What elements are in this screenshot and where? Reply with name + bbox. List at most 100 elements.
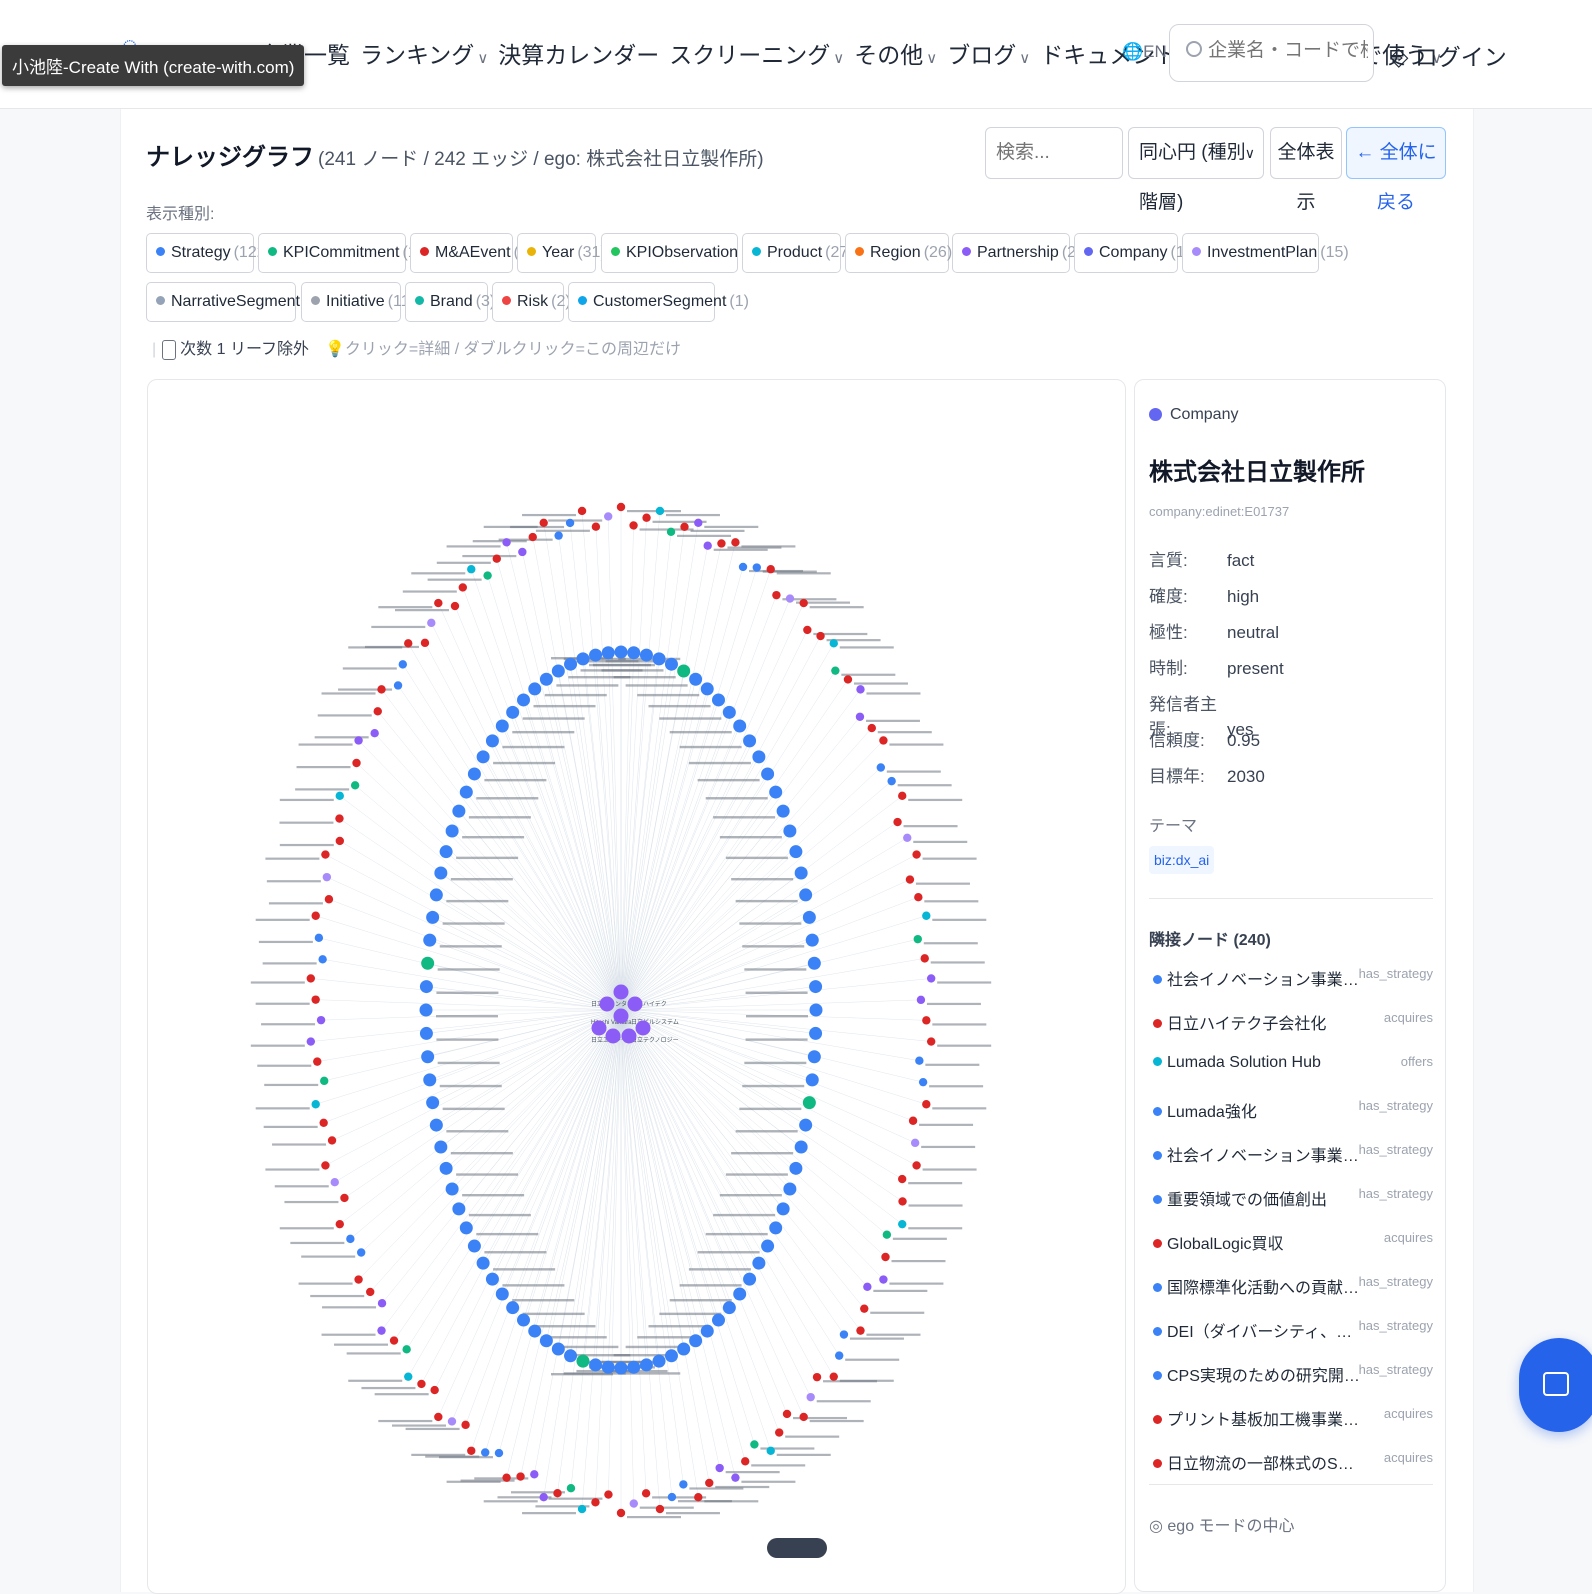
- graph-node[interactable]: [783, 824, 797, 838]
- graph-node[interactable]: [738, 562, 748, 572]
- graph-node[interactable]: [591, 522, 601, 531]
- graph-node[interactable]: [655, 1504, 665, 1514]
- graph-node[interactable]: [313, 1057, 322, 1066]
- graph-node[interactable]: [639, 1358, 653, 1372]
- graph-node[interactable]: [564, 657, 578, 671]
- neighbor-item[interactable]: 社会イノベーション事業の加速has_strategy: [1153, 966, 1433, 992]
- graph-node[interactable]: [743, 1272, 757, 1286]
- graph-node[interactable]: [616, 1508, 626, 1518]
- graph-node[interactable]: [802, 1096, 816, 1110]
- graph-node[interactable]: [458, 583, 467, 592]
- graph-node[interactable]: [743, 734, 757, 748]
- graph-node[interactable]: [447, 1417, 457, 1426]
- graph-node[interactable]: [879, 1275, 888, 1284]
- graph-node[interactable]: [879, 736, 888, 745]
- neighbor-item[interactable]: CPS実現のための研究開発強化has_strategy: [1153, 1362, 1433, 1388]
- graph-node[interactable]: [591, 1020, 607, 1036]
- graph-node[interactable]: [807, 1050, 821, 1064]
- graph-node[interactable]: [467, 1239, 481, 1253]
- graph-node[interactable]: [311, 911, 320, 920]
- type-filter-chip[interactable]: Year (31): [517, 233, 606, 273]
- graph-node[interactable]: [439, 845, 453, 859]
- graph-node[interactable]: [459, 785, 473, 799]
- graph-node[interactable]: [898, 791, 907, 801]
- graph-node[interactable]: [404, 639, 413, 648]
- graph-node[interactable]: [805, 1073, 819, 1087]
- graph-node[interactable]: [914, 892, 923, 902]
- graph-node[interactable]: [766, 1446, 775, 1455]
- graph-node[interactable]: [614, 645, 628, 659]
- neighbor-item[interactable]: プリント基板加工機事業の投資ファンドへ... acquires: [1153, 1406, 1433, 1432]
- graph-node[interactable]: [703, 541, 712, 550]
- graph-node[interactable]: [834, 1351, 844, 1360]
- neighbor-item[interactable]: 社会イノベーション事業の高収益化has_strategy: [1153, 1142, 1433, 1168]
- graph-node[interactable]: [576, 652, 590, 666]
- graph-node[interactable]: [506, 1301, 520, 1315]
- graph-node[interactable]: [856, 685, 865, 694]
- graph-node[interactable]: [794, 866, 808, 880]
- graph-node[interactable]: [605, 1028, 621, 1044]
- graph-node[interactable]: [356, 1248, 366, 1257]
- graph-node[interactable]: [393, 681, 403, 690]
- graph-node[interactable]: [419, 1003, 433, 1017]
- graph-node[interactable]: [599, 996, 615, 1012]
- graph-node[interactable]: [783, 1182, 797, 1196]
- graph-node[interactable]: [450, 601, 460, 611]
- graph-node[interactable]: [614, 1361, 628, 1375]
- graph-node[interactable]: [322, 872, 332, 882]
- neighbor-item[interactable]: 日立物流の一部株式のSGホールディング... acquires: [1153, 1450, 1433, 1476]
- graph-node[interactable]: [712, 1313, 725, 1327]
- graph-node[interactable]: [316, 1015, 326, 1025]
- graph-node[interactable]: [319, 1118, 328, 1128]
- graph-node[interactable]: [421, 956, 435, 970]
- graph-node[interactable]: [604, 512, 613, 521]
- graph-node[interactable]: [402, 1345, 411, 1354]
- graph-node[interactable]: [445, 824, 459, 838]
- graph-node[interactable]: [809, 980, 823, 994]
- graph-node[interactable]: [314, 933, 324, 943]
- type-filter-chip[interactable]: CustomerSegment (1): [568, 282, 749, 322]
- graph-node[interactable]: [806, 1392, 815, 1402]
- graph-node[interactable]: [621, 1028, 637, 1044]
- graph-node[interactable]: [335, 814, 344, 823]
- graph-node[interactable]: [613, 1008, 629, 1024]
- graph-node[interactable]: [528, 532, 537, 542]
- graph-node[interactable]: [423, 1073, 437, 1087]
- graph-node[interactable]: [420, 638, 430, 648]
- graph-node[interactable]: [910, 1138, 920, 1148]
- graph-node[interactable]: [897, 1174, 907, 1184]
- graph-node[interactable]: [887, 776, 896, 786]
- graph-node[interactable]: [452, 1202, 466, 1216]
- graph-node[interactable]: [467, 767, 481, 781]
- graph-node[interactable]: [404, 1372, 413, 1381]
- graph-node[interactable]: [539, 518, 548, 528]
- graph-node[interactable]: [655, 506, 665, 516]
- nav-item-3[interactable]: スクリーニング ∨: [669, 36, 844, 70]
- graph-node[interactable]: [752, 750, 766, 764]
- neighbor-item[interactable]: Lumada Solution Hub offers: [1153, 1054, 1433, 1080]
- type-filter-chip[interactable]: InvestmentPlan (15): [1182, 233, 1349, 273]
- graph-node[interactable]: [467, 565, 476, 574]
- graph-node[interactable]: [905, 875, 915, 884]
- graph-node[interactable]: [576, 1354, 590, 1368]
- neighbor-item[interactable]: 重要領域での価値創出 has_strategy: [1153, 1186, 1433, 1212]
- graph-node[interactable]: [722, 705, 736, 719]
- language-switch[interactable]: 🌐EN: [1122, 42, 1167, 62]
- type-filter-chip[interactable]: KPIObservation(31): [601, 233, 770, 273]
- graph-node[interactable]: [863, 1282, 872, 1291]
- graph-node[interactable]: [426, 910, 440, 924]
- graph-node[interactable]: [799, 888, 813, 902]
- graph-node[interactable]: [366, 1287, 375, 1297]
- graph-node[interactable]: [782, 1409, 792, 1419]
- graph-node[interactable]: [679, 1480, 688, 1489]
- type-filter-chip[interactable]: Product (27): [742, 233, 854, 273]
- graph-node[interactable]: [589, 648, 603, 662]
- graph-node[interactable]: [518, 547, 527, 557]
- graph-node[interactable]: [916, 995, 926, 1005]
- graph-node[interactable]: [677, 664, 691, 678]
- graph-node[interactable]: [321, 850, 330, 859]
- graph-node[interactable]: [926, 974, 936, 983]
- graph-node[interactable]: [831, 666, 840, 675]
- graph-node[interactable]: [354, 736, 363, 745]
- graph-node[interactable]: [354, 1275, 363, 1284]
